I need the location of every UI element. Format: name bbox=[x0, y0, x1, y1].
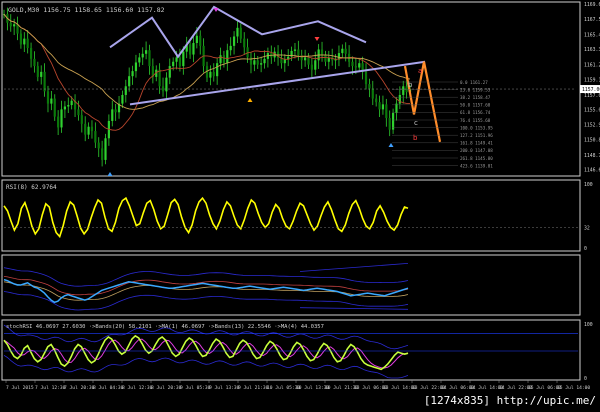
x-tick-label: 8 Jul 20:30 bbox=[151, 385, 182, 391]
fib-level-label: 76.4 1155.68 bbox=[460, 118, 491, 123]
stoch-tick-label: 100 bbox=[584, 322, 593, 328]
rsi-tick-label: 0 bbox=[584, 246, 587, 252]
price-tick-label: 1167.55 bbox=[584, 17, 600, 23]
price-tick-label: 1157.00 bbox=[584, 93, 600, 99]
fib-level-label: 61.8 1156.74 bbox=[460, 110, 491, 115]
trading-chart[interactable]: 0.0 1161.27 23.6 1159.53 38.2 1158.47 50.0 … bbox=[0, 0, 600, 412]
fib-level-label: 0.0 1161.27 bbox=[460, 80, 488, 85]
price-tick-label: 1150.80 bbox=[584, 138, 600, 144]
fib-level-label: 200.0 1147.08 bbox=[460, 148, 493, 153]
wave-label: b bbox=[408, 81, 413, 89]
price-tick-label: 1152.90 bbox=[584, 123, 600, 129]
rsi-tick-label: 100 bbox=[584, 182, 593, 188]
symbol-header: GOLD,M30 1156.75 1158.65 1156.60 1157.82 bbox=[8, 6, 165, 14]
fib-level-label: 423.6 1139.01 bbox=[460, 163, 493, 168]
price-tick-label: 1163.35 bbox=[584, 47, 600, 53]
price-tick-label: 1169.60 bbox=[584, 2, 600, 8]
x-tick-label: 15 Jul 14:00 bbox=[557, 385, 590, 391]
price-tick-label: 1159.15 bbox=[584, 77, 600, 83]
price-tick-label: 1146.65 bbox=[584, 168, 600, 174]
wave-label: b bbox=[413, 134, 418, 142]
rsi-tick-label: 32 bbox=[584, 226, 590, 232]
current-price-text: 1157.00 bbox=[582, 87, 600, 93]
x-tick-label: 7 Jul 2015 bbox=[6, 385, 34, 391]
x-tick-label: 7 Jul 12:30 bbox=[35, 385, 66, 391]
wave-label: c bbox=[414, 119, 418, 127]
wave-label: a bbox=[418, 67, 422, 75]
price-tick-label: 1155.00 bbox=[584, 107, 600, 113]
fib-level-label: 23.6 1159.53 bbox=[460, 87, 491, 92]
price-tick-label: 1148.70 bbox=[584, 153, 600, 159]
rsi-label: RSI(8) 62.9764 bbox=[6, 184, 57, 191]
fib-level-label: 127.2 1151.96 bbox=[460, 133, 493, 138]
price-tick-label: 1165.40 bbox=[584, 32, 600, 38]
x-tick-label: 8 Jul 04:30 bbox=[93, 385, 124, 391]
x-tick-label: 8 Jul 12:30 bbox=[122, 385, 153, 391]
x-tick-label: 9 Jul 21:30 bbox=[238, 385, 269, 391]
fib-level-label: 261.8 1145.80 bbox=[460, 156, 493, 161]
stoch-tick-label: 0 bbox=[584, 376, 587, 382]
fib-level-label: 100.0 1153.95 bbox=[460, 125, 493, 130]
x-tick-label: 7 Jul 20:30 bbox=[64, 385, 95, 391]
fib-level-label: 38.2 1158.47 bbox=[460, 95, 491, 100]
candle bbox=[104, 133, 107, 165]
watermark: [1274x835] http://upic.me/ bbox=[424, 394, 596, 407]
stoch-label: stochRSI 46.0697 27.6030 ·>Bands(20) 58.… bbox=[6, 324, 324, 330]
x-tick-label: 9 Jul 05:30 bbox=[180, 385, 211, 391]
fib-level-label: 50.0 1157.60 bbox=[460, 103, 491, 108]
x-tick-label: 9 Jul 13:30 bbox=[209, 385, 240, 391]
fib-level-label: 161.8 1149.41 bbox=[460, 141, 493, 146]
price-tick-label: 1161.25 bbox=[584, 62, 600, 68]
